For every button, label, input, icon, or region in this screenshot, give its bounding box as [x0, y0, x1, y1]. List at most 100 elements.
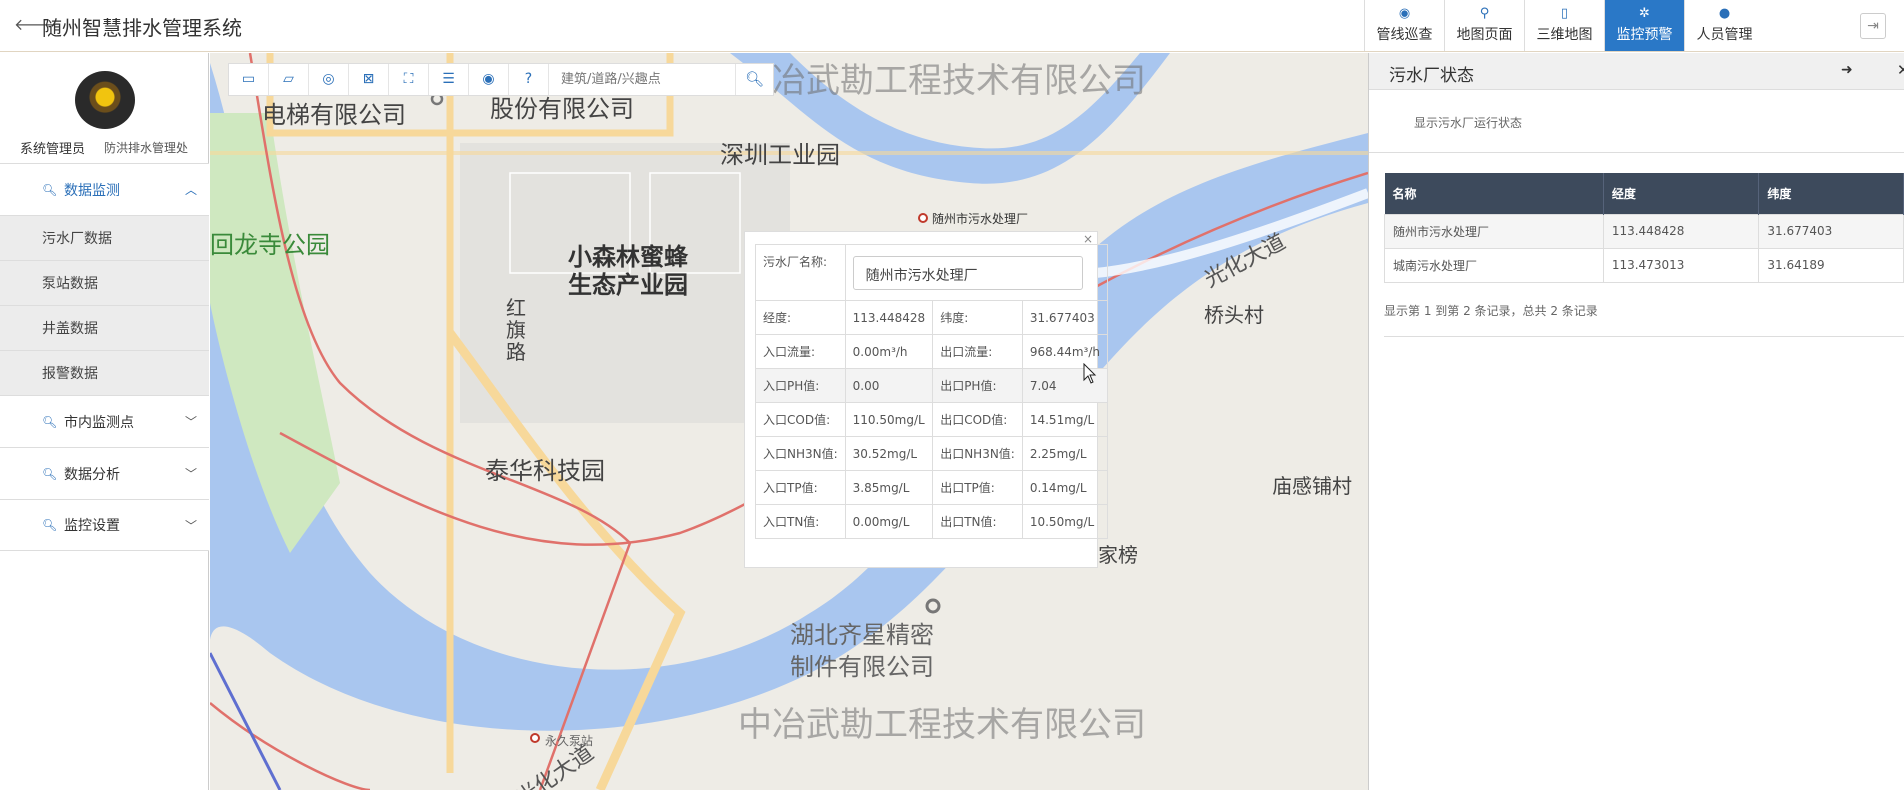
- arrow-left-icon[interactable]: 🡐: [14, 14, 57, 34]
- menu-city-monitoring-points[interactable]: 🔍︎ 市内监测点 ﹀: [0, 395, 209, 447]
- nav-label: 人员管理: [1696, 27, 1753, 43]
- map-canvas[interactable]: 电梯有限公司 股份有限公司 深圳工业园 回龙寺公园 小森林蜜蜂 生态产业园 红 …: [210, 53, 1368, 790]
- info-value: 0.00m³/h: [844, 334, 934, 369]
- info-label: 出口NH3N值:: [932, 436, 1023, 471]
- menu-data-monitoring[interactable]: 🔍︎ 数据监测 ︿: [0, 163, 209, 215]
- close-icon[interactable]: ✕: [1897, 61, 1904, 79]
- plant-info-table: 污水厂名称: 随州市污水处理厂 经度: 113.448428 纬度: 31.67…: [755, 244, 1108, 539]
- panel-header: 污水厂状态 ➜ ✕: [1369, 53, 1904, 90]
- table-row[interactable]: 随州市污水处理厂 113.448428 31.677403: [1384, 213, 1904, 249]
- chevron-down-icon: ﹀: [184, 415, 197, 429]
- poi-marker: [925, 598, 941, 614]
- sidebar: 系统管理员 防洪排水管理处 🔍︎ 数据监测 ︿ 污水厂数据 泵站数据 井盖数据 …: [0, 53, 209, 790]
- panel-description-area: 显示污水厂运行状态: [1369, 90, 1904, 153]
- table-cell: 113.473013: [1602, 247, 1760, 283]
- info-label: 出口TP值:: [932, 470, 1023, 505]
- sidebar-item-plant-data[interactable]: 污水厂数据: [0, 215, 209, 260]
- user-icon: ●: [1718, 6, 1731, 21]
- sidebar-menu: 🔍︎ 数据监测 ︿ 污水厂数据 泵站数据 井盖数据 报警数据 🔍︎ 市内监测点 …: [0, 163, 209, 551]
- close-icon[interactable]: ×: [1083, 232, 1093, 246]
- nav-personnel[interactable]: ● 人员管理: [1684, 0, 1764, 51]
- mouse-cursor-icon: [1083, 363, 1097, 384]
- gear-icon: ✲: [1639, 6, 1650, 21]
- logout-icon[interactable]: ⇥: [1860, 13, 1886, 39]
- menu-monitor-settings[interactable]: 🔍︎ 监控设置 ﹀: [0, 499, 209, 551]
- sliders-icon[interactable]: ☰: [429, 64, 469, 95]
- nav-map-page[interactable]: ⚲ 地图页面: [1444, 0, 1524, 51]
- map-search-input[interactable]: [549, 64, 735, 95]
- info-label: 入口PH值:: [755, 368, 846, 403]
- watermark: 中冶武勘工程技术有限公司: [738, 61, 1146, 101]
- avatar: [75, 71, 135, 129]
- table-cell: 城南污水处理厂: [1384, 247, 1604, 283]
- app-title: 随州智慧排水管理系统: [42, 16, 242, 40]
- info-value: 30.52mg/L: [844, 436, 934, 471]
- map-label: 桥头村: [1204, 303, 1264, 327]
- info-value: 3.85mg/L: [844, 470, 934, 505]
- ruler-icon[interactable]: ▭: [229, 64, 269, 95]
- top-nav: ◉ 管线巡查 ⚲ 地图页面 ▯ 三维地图 ✲ 监控预警 ● 人员管理: [1364, 0, 1764, 51]
- name-label: 污水厂名称:: [755, 244, 846, 301]
- nav-label: 监控预警: [1616, 27, 1673, 43]
- info-row: 入口PH值: 0.00 出口PH值: 7.04: [755, 368, 1108, 403]
- nav-3d-map[interactable]: ▯ 三维地图: [1524, 0, 1604, 51]
- search-icon: 🔍︎: [42, 182, 58, 197]
- column-header[interactable]: 名称: [1384, 173, 1604, 214]
- map-marker-label[interactable]: 随州市污水处理厂: [932, 210, 1028, 227]
- plant-name-field[interactable]: 随州市污水处理厂: [852, 255, 1083, 290]
- nav-monitoring-alert[interactable]: ✲ 监控预警: [1604, 0, 1684, 51]
- table-cell: 31.677403: [1758, 213, 1904, 249]
- circle-select-icon[interactable]: ◎: [309, 64, 349, 95]
- table-header: 名称 经度 纬度: [1384, 173, 1904, 214]
- app-header: 🡐 随州智慧排水管理系统 ◉ 管线巡查 ⚲ 地图页面 ▯ 三维地图 ✲ 监控预警…: [0, 0, 1904, 52]
- column-header[interactable]: 纬度: [1758, 173, 1904, 214]
- info-label: 经度:: [755, 300, 846, 335]
- info-value: 110.50mg/L: [844, 402, 934, 437]
- map-label: 回龙寺公园: [210, 231, 330, 259]
- info-row: 入口COD值: 110.50mg/L 出口COD值: 14.51mg/L: [755, 402, 1108, 437]
- user-name: 系统管理员: [20, 142, 86, 157]
- nav-pipeline-patrol[interactable]: ◉ 管线巡查: [1364, 0, 1444, 51]
- map-pin-icon: ⚲: [1479, 6, 1490, 21]
- info-value: 0.00: [844, 368, 934, 403]
- info-label: 入口NH3N值:: [755, 436, 846, 471]
- arrow-right-icon[interactable]: ➜: [1841, 62, 1853, 78]
- clear-icon[interactable]: ⊠: [349, 64, 389, 95]
- plant-status-panel: 污水厂状态 ➜ ✕ 显示污水厂运行状态 名称 经度 纬度 随州市污水处理厂 11…: [1368, 53, 1904, 790]
- info-row: 经度: 113.448428 纬度: 31.677403: [755, 300, 1108, 335]
- menu-data-analysis[interactable]: 🔍︎ 数据分析 ﹀: [0, 447, 209, 499]
- panel-title: 污水厂状态: [1389, 66, 1474, 86]
- fullscreen-icon[interactable]: ⛶: [389, 64, 429, 95]
- info-value: 0.00mg/L: [844, 504, 934, 539]
- info-label: 出口PH值:: [932, 368, 1023, 403]
- sidebar-item-pump-data[interactable]: 泵站数据: [0, 260, 209, 305]
- column-header[interactable]: 经度: [1603, 173, 1760, 214]
- table-cell: 113.448428: [1602, 213, 1760, 249]
- info-label: 入口TP值:: [755, 470, 846, 505]
- info-label: 出口TN值:: [932, 504, 1023, 539]
- info-value: 0.14mg/L: [1021, 470, 1108, 505]
- info-value: 10.50mg/L: [1021, 504, 1108, 539]
- nav-label: 地图页面: [1456, 27, 1513, 43]
- info-label: 入口COD值:: [755, 402, 846, 437]
- sidebar-item-manhole-data[interactable]: 井盖数据: [0, 305, 209, 350]
- info-value: 113.448428: [844, 300, 934, 335]
- map-label: 家榜: [1098, 543, 1138, 567]
- sidebar-item-alarm-data[interactable]: 报警数据: [0, 350, 209, 395]
- map-label: 泰华科技园: [485, 457, 605, 485]
- map-label: 小森林蜜蜂 生态产业园: [568, 243, 688, 299]
- search-icon[interactable]: 🔍︎: [735, 64, 773, 95]
- map-marker-label[interactable]: 永久泵站: [545, 732, 593, 749]
- chevron-down-icon: ﹀: [184, 467, 197, 481]
- help-icon[interactable]: ?: [509, 64, 549, 95]
- info-value: 14.51mg/L: [1021, 402, 1108, 437]
- map-label: 红 旗 路: [506, 296, 526, 364]
- area-icon[interactable]: ▱: [269, 64, 309, 95]
- menu-label: 市内监测点: [64, 414, 134, 431]
- plant-status-table: 名称 经度 纬度 随州市污水处理厂 113.448428 31.677403 城…: [1384, 173, 1904, 283]
- table-pagination-info: 显示第 1 到第 2 条记录，总共 2 条记录: [1384, 304, 1598, 318]
- table-row[interactable]: 城南污水处理厂 113.473013 31.64189: [1384, 247, 1904, 283]
- info-label: 入口TN值:: [755, 504, 846, 539]
- pump-marker: [530, 733, 540, 743]
- locate-icon[interactable]: ◉: [469, 64, 509, 95]
